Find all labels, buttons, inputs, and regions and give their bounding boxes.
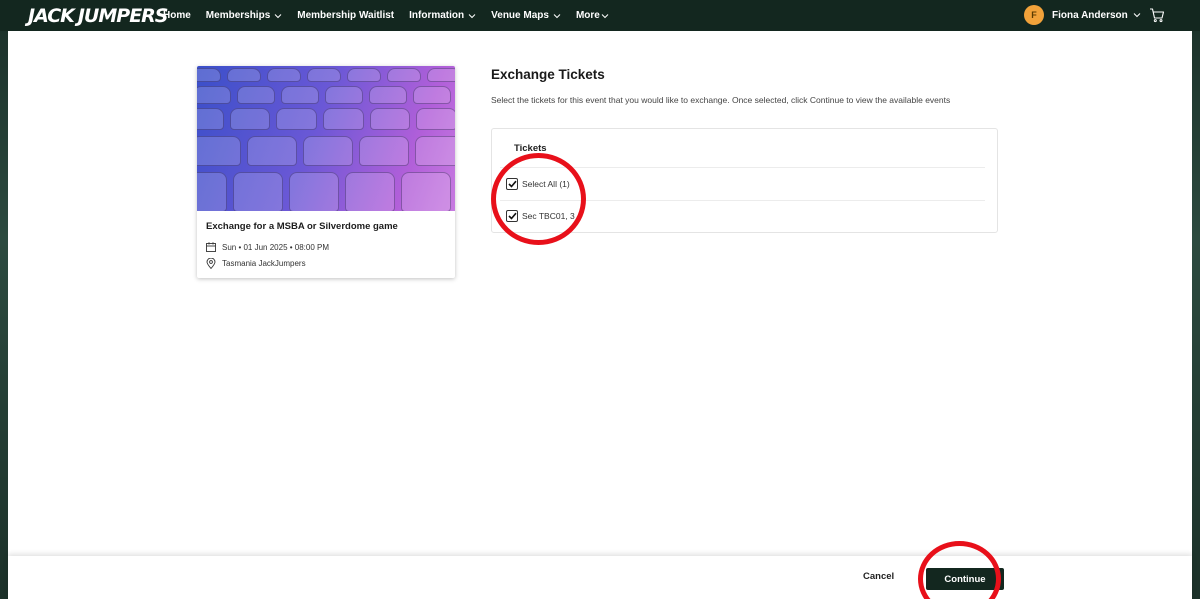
event-venue-text: Tasmania JackJumpers [222,259,306,268]
divider [500,167,985,168]
chevron-down-icon [601,13,609,18]
logo-text-left: JACK [28,4,75,27]
nav-label: More [575,10,600,21]
select-all-label: Select All (1) [522,179,570,189]
nav-item-memberships[interactable]: Memberships [206,10,282,21]
user-name: Fiona Anderson [1052,9,1128,21]
divider [500,200,985,201]
checkmark-icon [507,212,517,220]
select-all-checkbox[interactable] [506,178,518,190]
main-panel [8,31,1192,599]
chevron-down-icon [274,13,282,18]
tickets-header: Tickets [514,143,547,154]
tickets-panel: Tickets Select All (1) Sec TBC01, 3 [491,128,998,233]
cart-icon[interactable] [1149,7,1165,23]
ticket-checkbox-row[interactable]: Sec TBC01, 3 [506,210,575,222]
bottom-action-bar: Cancel Continue [8,556,1192,599]
cancel-button[interactable]: Cancel [863,571,894,582]
continue-button[interactable]: Continue [926,568,1004,590]
ticket-label: Sec TBC01, 3 [522,211,575,221]
event-title: Exchange for a MSBA or Silverdome game [206,221,398,232]
jackjumpers-logo[interactable]: JACK JUMPERS [28,3,168,28]
event-card: Exchange for a MSBA or Silverdome game S… [197,66,455,278]
chevron-down-icon [468,13,476,18]
nav-item-information[interactable]: Information [409,10,476,21]
nav-label: Home [163,10,191,21]
exchange-description: Select the tickets for this event that y… [491,95,951,105]
select-all-checkbox-row[interactable]: Select All (1) [506,178,570,190]
nav-label: Memberships [205,10,271,21]
page-title: Exchange Tickets [491,67,605,82]
event-datetime: Sun • 01 Jun 2025 • 08:00 PM [206,242,329,252]
nav-label: Information [409,10,465,21]
nav-item-membership-waitlist[interactable]: Membership Waitlist [297,10,394,21]
user-menu[interactable]: F Fiona Anderson [1024,5,1141,25]
location-pin-icon [206,258,216,269]
top-navigation: JACK JUMPERS Home Memberships Membership… [0,0,1200,31]
chevron-down-icon [553,13,561,18]
nav-item-home[interactable]: Home [163,10,191,21]
nav-label: Venue Maps [491,10,549,21]
event-datetime-text: Sun • 01 Jun 2025 • 08:00 PM [222,242,330,252]
avatar: F [1024,5,1044,25]
calendar-icon [206,242,216,252]
nav-item-venue-maps[interactable]: Venue Maps [491,10,561,21]
nav-label: Membership Waitlist [297,10,395,21]
main-nav: Home Memberships Membership Waitlist Inf… [163,0,624,31]
checkmark-icon [507,180,517,188]
logo-text-right: JUMPERS [77,4,169,27]
event-image-stadium-seats [197,66,455,211]
nav-item-more[interactable]: More [576,10,609,21]
event-venue: Tasmania JackJumpers [206,258,306,269]
ticket-checkbox[interactable] [506,210,518,222]
chevron-down-icon [1133,13,1141,18]
